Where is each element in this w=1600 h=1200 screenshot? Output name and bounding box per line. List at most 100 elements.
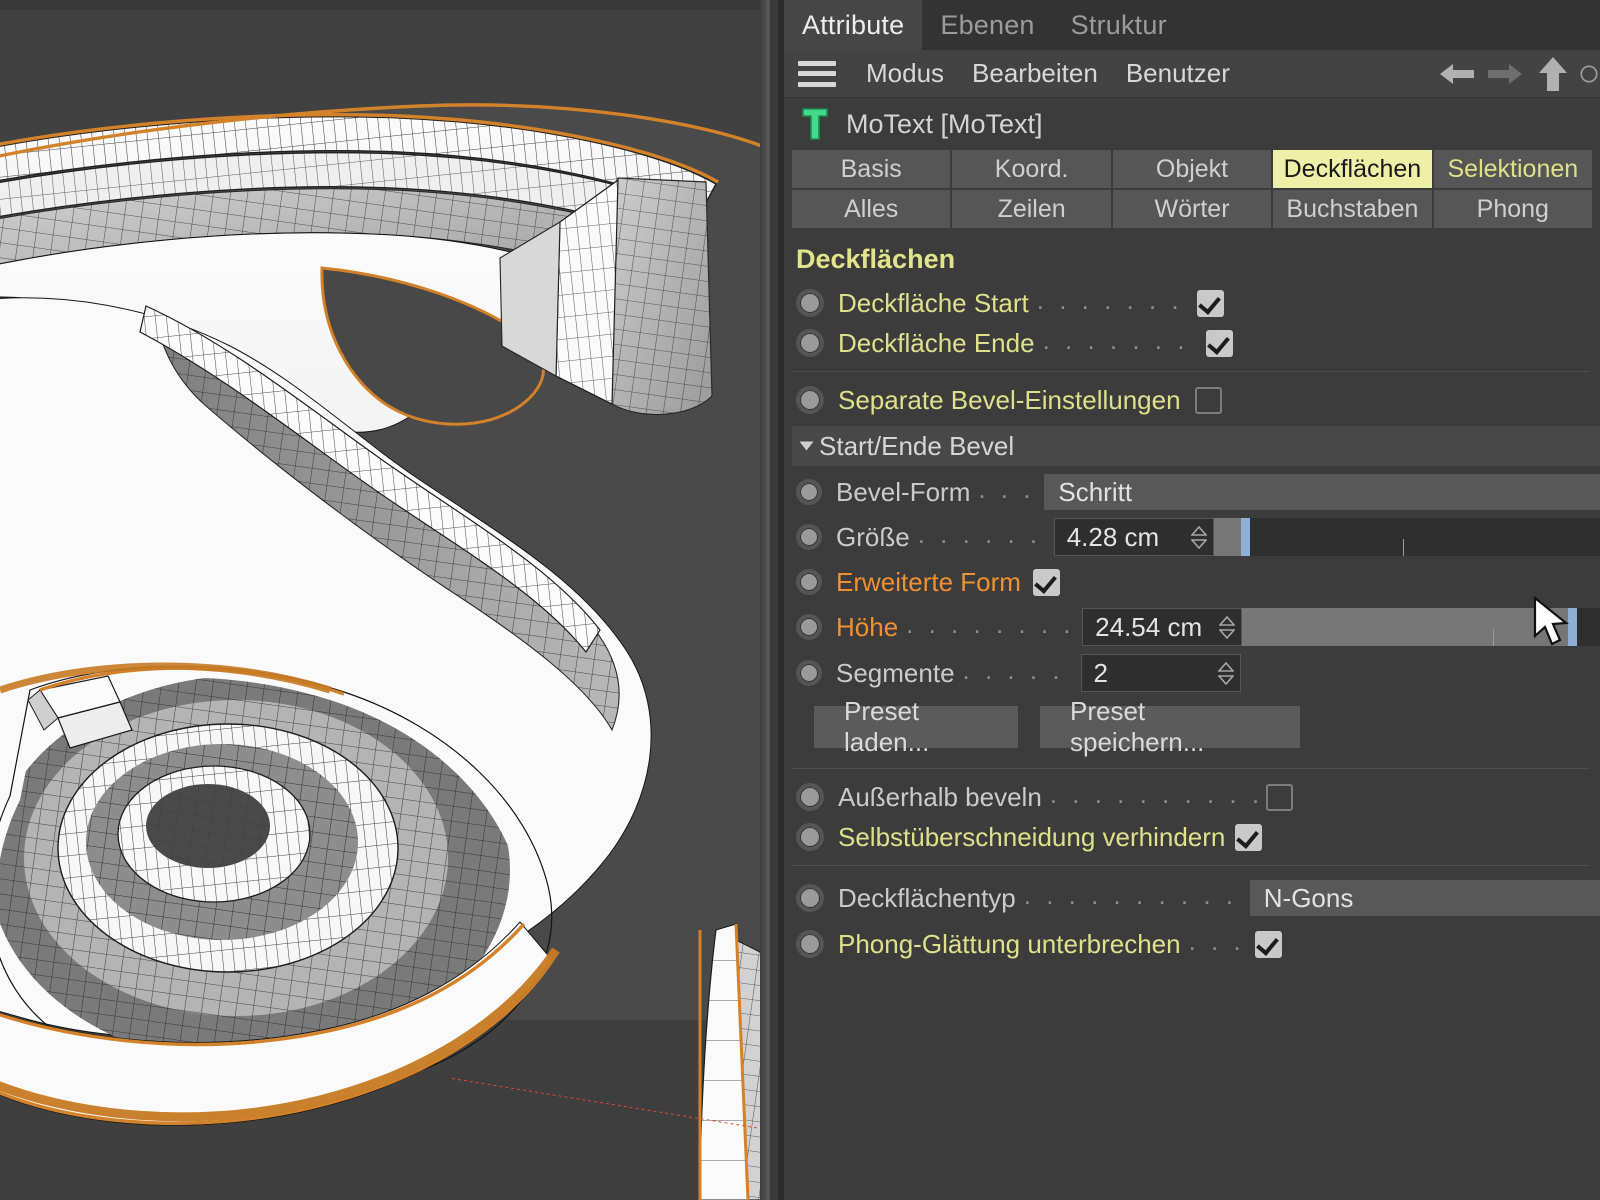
cinema4d-window: Attribute Ebenen Struktur Modus Bearbeit… [0, 0, 1600, 1200]
label-selbstueberschneidung: Selbstüberschneidung verhindern [838, 821, 1226, 852]
tab-selektionen[interactable]: Selektionen [1433, 150, 1593, 188]
dock-tab-attribute[interactable]: Attribute [784, 0, 923, 50]
tab-buchstaben[interactable]: Buchstaben [1273, 190, 1432, 228]
row-deckflaeche-ende: Deckfläche Ende . . . . . . . . . [784, 323, 1600, 363]
dot-leader: . . . . [978, 473, 1036, 504]
keyframe-circle-icon[interactable] [796, 289, 824, 317]
spinner-segmente[interactable] [1217, 661, 1234, 685]
row-separate-bevel: Separate Bevel-Einstellungen [784, 380, 1600, 420]
keyframe-circle-icon[interactable] [796, 884, 824, 912]
tab-koord[interactable]: Koord. [952, 150, 1111, 188]
spinner-groesse[interactable] [1190, 525, 1207, 549]
dock-tab-ebenen[interactable]: Ebenen [922, 0, 1052, 50]
label-bevel-form: Bevel-Form [836, 476, 971, 507]
tab-objekt[interactable]: Objekt [1112, 150, 1272, 188]
label-groesse: Größe [836, 521, 910, 552]
keyframe-circle-icon[interactable] [796, 569, 822, 595]
viewport-geometry [0, 10, 772, 1200]
menu-modus[interactable]: Modus [852, 58, 958, 89]
circle-icon[interactable] [1578, 51, 1600, 97]
spinner-hoehe[interactable] [1219, 615, 1236, 639]
subgroup-start-ende-bevel[interactable]: Start/Ende Bevel [792, 426, 1600, 466]
row-hoehe: Höhe . . . . . . . . . 24.54 cm [784, 604, 1600, 650]
row-selbstueberschneidung: Selbstüberschneidung verhindern [784, 817, 1600, 857]
hamburger-menu-icon[interactable] [798, 60, 836, 87]
tab-zeilen[interactable]: Zeilen [952, 190, 1111, 228]
tab-phong[interactable]: Phong [1433, 190, 1593, 228]
navigation-icons [1434, 50, 1600, 98]
dot-leader: . . . . . . . . . [1036, 284, 1189, 315]
dot-leader: . . . . . . [962, 654, 1073, 685]
attribute-manager-panel: Attribute Ebenen Struktur Modus Bearbeit… [778, 0, 1600, 1200]
label-deckflaeche-ende: Deckfläche Ende [838, 327, 1035, 358]
dock-tab-struktur[interactable]: Struktur [1053, 0, 1185, 50]
keyframe-circle-icon[interactable] [796, 660, 822, 686]
motext-t-icon [798, 105, 832, 143]
keyframe-circle-icon[interactable] [796, 479, 822, 505]
label-separate-bevel: Separate Bevel-Einstellungen [838, 384, 1181, 415]
separator [792, 865, 1590, 866]
checkbox-selbstueberschneidung[interactable] [1235, 823, 1263, 851]
menu-benutzer[interactable]: Benutzer [1112, 58, 1244, 89]
menu-bearbeiten[interactable]: Bearbeiten [958, 58, 1112, 89]
checkbox-deckflaeche-start[interactable] [1196, 289, 1224, 317]
slider-hoehe[interactable] [1242, 608, 1600, 646]
row-ausserhalb-beveln: Außerhalb beveln . . . . . . . . . . . . [784, 777, 1600, 817]
slider-groesse[interactable] [1213, 518, 1600, 556]
input-segmente[interactable]: 2 [1080, 654, 1241, 692]
dock-tab-strip: Attribute Ebenen Struktur [784, 0, 1600, 50]
checkbox-phong-unterbrechen[interactable] [1254, 930, 1282, 958]
label-phong-unterbrechen: Phong-Glättung unterbrechen [838, 928, 1181, 959]
dot-leader: . . . . . . . . . . . . [1023, 879, 1242, 910]
subgroup-label: Start/Ende Bevel [819, 430, 1015, 461]
arrow-right-icon[interactable] [1482, 51, 1528, 97]
value-groesse: 4.28 cm [1066, 521, 1160, 552]
label-deckflaechentyp: Deckflächentyp [838, 882, 1016, 913]
dot-leader: . . . . . . . [917, 518, 1046, 549]
row-phong-unterbrechen: Phong-Glättung unterbrechen . . . [784, 922, 1600, 966]
attribute-tabs-row-1: Basis Koord. Objekt Deckflächen Selektio… [784, 150, 1600, 188]
dot-leader: . . . . . . . . . [1042, 324, 1198, 355]
keyframe-circle-icon[interactable] [796, 329, 824, 357]
keyframe-circle-icon[interactable] [796, 524, 822, 550]
value-segmente: 2 [1093, 657, 1108, 688]
checkbox-separate-bevel[interactable] [1194, 386, 1222, 414]
object-header: MoText [MoText] [784, 98, 1600, 150]
attribute-tabs-row-2: Alles Zeilen Wörter Buchstaben Phong [784, 190, 1600, 228]
tab-alles[interactable]: Alles [792, 190, 951, 228]
row-bevel-form: Bevel-Form . . . . Schritt [784, 470, 1600, 514]
preset-load-button[interactable]: Preset laden... [814, 696, 1018, 757]
checkbox-deckflaeche-ende[interactable] [1205, 329, 1233, 357]
dropdown-bevel-form[interactable]: Schritt [1044, 474, 1600, 510]
keyframe-circle-icon[interactable] [796, 783, 824, 811]
arrow-up-icon[interactable] [1530, 51, 1576, 97]
label-erweiterte-form: Erweiterte Form [836, 566, 1021, 597]
row-erweiterte-form: Erweiterte Form [784, 560, 1600, 604]
checkbox-erweiterte-form[interactable] [1032, 568, 1060, 596]
keyframe-circle-icon[interactable] [796, 386, 824, 414]
tab-woerter[interactable]: Wörter [1112, 190, 1272, 228]
viewport-splitter[interactable] [760, 0, 772, 1200]
keyframe-circle-icon[interactable] [796, 823, 824, 851]
dropdown-deckflaechentyp[interactable]: N-Gons [1249, 880, 1600, 916]
label-deckflaeche-start: Deckfläche Start [838, 287, 1029, 318]
keyframe-circle-icon[interactable] [796, 930, 824, 958]
preset-button-row: Preset laden... Preset speichern... [784, 696, 1600, 757]
label-hoehe: Höhe [836, 611, 899, 642]
tab-basis[interactable]: Basis [792, 150, 951, 188]
input-hoehe[interactable]: 24.54 cm [1082, 608, 1243, 646]
preset-save-button[interactable]: Preset speichern... [1040, 696, 1300, 757]
dot-leader: . . . . . . . . . . . . [1049, 778, 1258, 809]
row-segmente: Segmente . . . . . . 2 [784, 650, 1600, 696]
keyframe-circle-icon[interactable] [796, 614, 822, 640]
dot-leader: . . . [1188, 925, 1245, 956]
arrow-left-icon[interactable] [1434, 51, 1480, 97]
checkbox-ausserhalb-beveln[interactable] [1265, 783, 1293, 811]
tab-deckflaechen[interactable]: Deckflächen [1273, 150, 1432, 188]
attribute-body: Deckflächen Deckfläche Start . . . . . .… [784, 230, 1600, 966]
separator [792, 768, 1590, 769]
input-groesse[interactable]: 4.28 cm [1053, 518, 1214, 556]
3d-viewport[interactable] [0, 0, 772, 1200]
separator [792, 371, 1590, 372]
label-segmente: Segmente [836, 657, 955, 688]
